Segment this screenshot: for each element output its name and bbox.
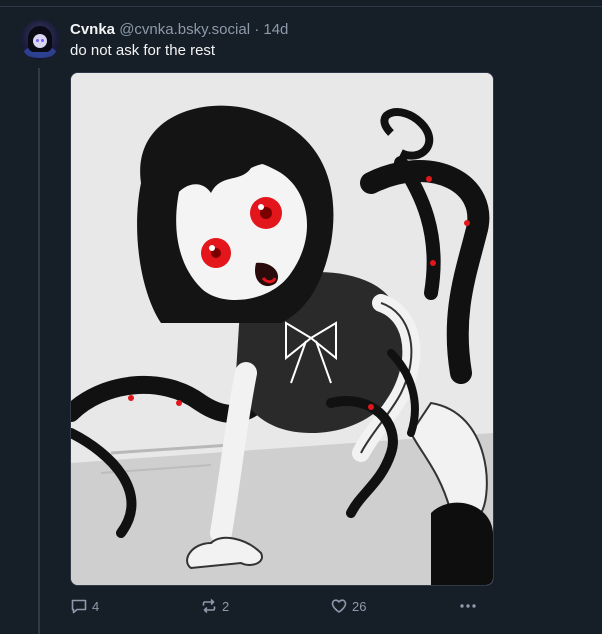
top-divider <box>0 6 602 7</box>
avatar[interactable] <box>20 20 60 60</box>
more-options-button[interactable] <box>458 596 478 616</box>
like-count: 26 <box>352 598 367 614</box>
thread-line <box>38 68 40 634</box>
more-icon <box>458 597 478 615</box>
heart-icon <box>330 597 348 615</box>
author-handle[interactable]: @cvnka.bsky.social <box>119 21 250 38</box>
repost-icon <box>200 597 218 615</box>
reply-count: 4 <box>92 598 100 614</box>
post-header: Cvnka @cvnka.bsky.social · 14d <box>70 20 288 40</box>
post-text: do not ask for the rest <box>70 42 216 59</box>
repost-button[interactable]: 2 <box>200 596 229 616</box>
repost-count: 2 <box>222 598 230 614</box>
meta-separator: · <box>254 21 260 38</box>
post-actions: 4 2 26 <box>70 596 490 616</box>
post-timestamp[interactable]: 14d <box>263 21 288 38</box>
post-view: Cvnka @cvnka.bsky.social · 14d do not as… <box>0 0 602 634</box>
reply-button[interactable]: 4 <box>70 596 99 616</box>
post-image[interactable] <box>70 72 494 586</box>
illustration-image <box>71 73 493 585</box>
like-button[interactable]: 26 <box>330 596 366 616</box>
reply-icon <box>70 597 88 615</box>
author-display-name[interactable]: Cvnka <box>70 21 115 38</box>
